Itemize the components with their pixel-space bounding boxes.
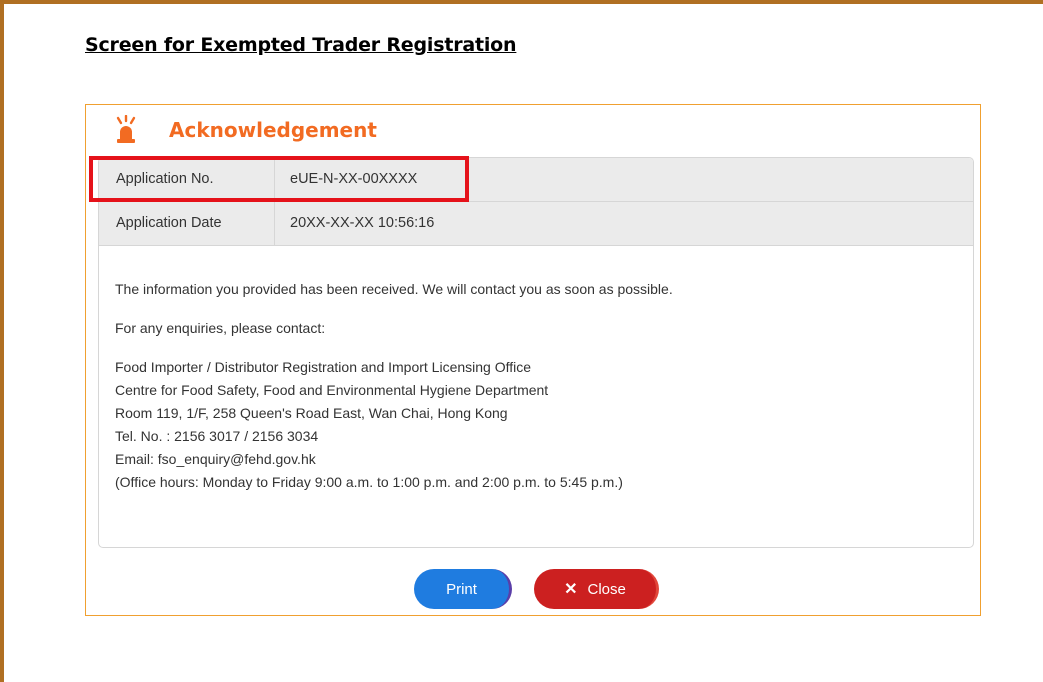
row-divider — [274, 158, 275, 201]
application-date-row: Application Date 20XX-XX-XX 10:56:16 — [99, 202, 973, 246]
row-divider — [274, 202, 275, 245]
document-frame: Screen for Exempted Trader Registration … — [0, 0, 1043, 682]
contact-email: Email: fso_enquiry@fehd.gov.hk — [115, 451, 316, 467]
close-button-label: Close — [587, 580, 626, 598]
close-icon: ✕ — [564, 581, 578, 598]
application-date-value: 20XX-XX-XX 10:56:16 — [290, 215, 435, 231]
acknowledgement-panel: Application No. eUE-N-XX-00XXXX Applicat… — [98, 157, 974, 548]
print-button[interactable]: Print — [414, 569, 512, 609]
alarm-light-icon — [113, 114, 139, 145]
contact-department: Centre for Food Safety, Food and Environ… — [115, 382, 549, 398]
office-hours: (Office hours: Monday to Friday 9:00 a.m… — [115, 474, 623, 490]
enquiry-message: For any enquiries, please contact: — [115, 320, 326, 336]
dialog-header: Acknowledgement — [113, 112, 377, 148]
close-button[interactable]: ✕ Close — [534, 569, 659, 609]
contact-address: Room 119, 1/F, 258 Queen's Road East, Wa… — [115, 405, 508, 421]
received-message: The information you provided has been re… — [115, 281, 673, 297]
application-number-row: Application No. eUE-N-XX-00XXXX — [99, 158, 973, 202]
dialog-title: Acknowledgement — [169, 118, 377, 142]
contact-telephone: Tel. No. : 2156 3017 / 2156 3034 — [115, 428, 319, 444]
acknowledgement-dialog: Acknowledgement Application No. eUE-N-XX… — [85, 104, 981, 616]
application-number-value: eUE-N-XX-00XXXX — [290, 171, 418, 187]
contact-office: Food Importer / Distributor Registration… — [115, 359, 532, 375]
print-button-label: Print — [446, 580, 477, 598]
acknowledgement-message: The information you provided has been re… — [115, 278, 955, 494]
page-heading: Screen for Exempted Trader Registration — [85, 34, 517, 56]
application-date-label: Application Date — [116, 215, 222, 231]
application-number-label: Application No. — [116, 171, 214, 187]
